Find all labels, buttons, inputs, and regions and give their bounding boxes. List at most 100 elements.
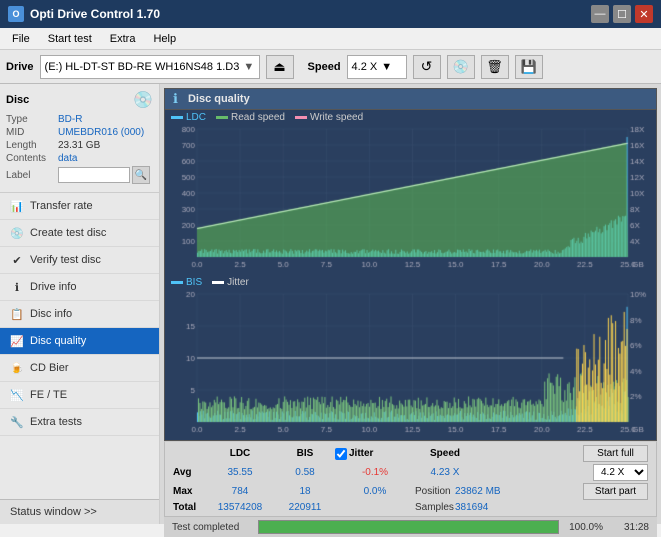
sidebar-icon-create-test-disc: 💿 bbox=[10, 226, 24, 240]
sidebar-item-cd-bier[interactable]: 🍺CD Bier bbox=[0, 355, 159, 382]
disc-label-input[interactable] bbox=[58, 167, 130, 183]
top-chart-canvas bbox=[165, 125, 656, 275]
sidebar-item-disc-quality[interactable]: 📈Disc quality bbox=[0, 328, 159, 355]
legend-bis: BIS bbox=[171, 277, 202, 288]
sidebar-icon-fe-te: 📉 bbox=[10, 388, 24, 402]
bottom-chart-legend: BIS Jitter bbox=[164, 275, 657, 290]
legend-jitter: Jitter bbox=[212, 277, 249, 288]
drive-dropdown-arrow: ▼ bbox=[243, 61, 254, 73]
drive-select[interactable]: (E:) HL-DT-ST BD-RE WH16NS48 1.D3 ▼ bbox=[40, 55, 260, 79]
sidebar-icon-extra-tests: 🔧 bbox=[10, 415, 24, 429]
top-chart-legend: LDC Read speed Write speed bbox=[164, 110, 657, 125]
sidebar-item-disc-info[interactable]: 📋Disc info bbox=[0, 301, 159, 328]
sidebar-icon-disc-quality: 📈 bbox=[10, 334, 24, 348]
avg-label: Avg bbox=[173, 467, 205, 478]
legend-read: Read speed bbox=[216, 112, 285, 123]
sidebar-label-disc-info: Disc info bbox=[30, 308, 72, 320]
total-label: Total bbox=[173, 502, 205, 513]
legend-ldc-label: LDC bbox=[186, 112, 206, 123]
content-area: ℹ Disc quality LDC Read speed Write spee… bbox=[160, 84, 661, 524]
save-button[interactable]: 💾 bbox=[515, 55, 543, 79]
disc-icon-btn[interactable]: 💿 bbox=[447, 55, 475, 79]
speed-combo-wrap: 4.2 X bbox=[593, 464, 648, 481]
stats-max-row: Max 784 18 0.0% Position 23862 MB Start … bbox=[173, 483, 648, 500]
drive-label: Drive bbox=[6, 61, 34, 73]
close-button[interactable]: ✕ bbox=[635, 5, 653, 23]
max-bis: 18 bbox=[275, 486, 335, 497]
disc-length-row: Length 23.31 GB bbox=[6, 140, 153, 151]
sidebar-item-verify-test-disc[interactable]: ✔ Verify test disc bbox=[0, 247, 159, 274]
col-ldc-header: LDC bbox=[205, 448, 275, 459]
titlebar-left: O Opti Drive Control 1.70 bbox=[8, 6, 160, 22]
chart-title: Disc quality bbox=[188, 93, 250, 105]
nav-items: 📊Transfer rate 💿 Create test disc ✔ Verify t… bbox=[0, 193, 159, 436]
app-icon: O bbox=[8, 6, 24, 22]
stats-avg-row: Avg 35.55 0.58 -0.1% 4.23 X 4.2 X bbox=[173, 464, 648, 481]
minimize-button[interactable]: — bbox=[591, 5, 609, 23]
avg-bis: 0.58 bbox=[275, 467, 335, 478]
jitter-checkbox[interactable] bbox=[335, 448, 347, 460]
sidebar-label-cd-bier: CD Bier bbox=[30, 362, 69, 374]
stats-header-row: LDC BIS Jitter Speed Start full bbox=[173, 445, 648, 462]
menu-extra[interactable]: Extra bbox=[102, 31, 144, 47]
start-part-button[interactable]: Start part bbox=[583, 483, 648, 500]
sidebar-item-fe-te[interactable]: 📉FE / TE bbox=[0, 382, 159, 409]
disc-panel: Disc 💿 Type BD-R MID UMEBDR016 (000) Len… bbox=[0, 84, 159, 193]
sidebar-label-verify-test-disc: Verify test disc bbox=[30, 254, 101, 266]
progress-time: 31:28 bbox=[609, 522, 649, 533]
disc-mid-value: UMEBDR016 (000) bbox=[58, 127, 144, 138]
sidebar-label-create-test-disc: Create test disc bbox=[30, 227, 106, 239]
menu-help[interactable]: Help bbox=[145, 31, 184, 47]
disc-panel-title: Disc bbox=[6, 94, 29, 106]
disc-type-label: Type bbox=[6, 114, 58, 125]
bis-color-dot bbox=[171, 281, 183, 284]
eject-button[interactable]: ⏏ bbox=[266, 55, 294, 79]
right-controls: Start full bbox=[583, 445, 648, 462]
maximize-button[interactable]: ☐ bbox=[613, 5, 631, 23]
sidebar-item-extra-tests[interactable]: 🔧 Extra tests bbox=[0, 409, 159, 436]
sidebar-icon-drive-info: ℹ bbox=[10, 280, 24, 294]
disc-contents-row: Contents data bbox=[6, 153, 153, 164]
refresh-button[interactable]: ↺ bbox=[413, 55, 441, 79]
sidebar-item-create-test-disc[interactable]: 💿 Create test disc bbox=[0, 220, 159, 247]
max-position: 23862 MB bbox=[455, 486, 515, 497]
sidebar-item-transfer-rate[interactable]: 📊Transfer rate bbox=[0, 193, 159, 220]
menubar: File Start test Extra Help bbox=[0, 28, 661, 50]
disc-type-value: BD-R bbox=[58, 114, 82, 125]
avg-speed: 4.23 X bbox=[415, 467, 475, 478]
read-color-dot bbox=[216, 116, 228, 119]
drivebar: Drive (E:) HL-DT-ST BD-RE WH16NS48 1.D3 … bbox=[0, 50, 661, 84]
sidebar-label-extra-tests: Extra tests bbox=[30, 416, 82, 428]
menu-start-test[interactable]: Start test bbox=[40, 31, 100, 47]
disc-label-search-button[interactable]: 🔍 bbox=[132, 166, 150, 184]
progress-bar-fill bbox=[259, 521, 558, 533]
legend-write-label: Write speed bbox=[310, 112, 363, 123]
bottom-chart bbox=[164, 290, 657, 441]
main-area: Disc 💿 Type BD-R MID UMEBDR016 (000) Len… bbox=[0, 84, 661, 524]
disc-contents-label: Contents bbox=[6, 153, 58, 164]
legend-ldc: LDC bbox=[171, 112, 206, 123]
speed-combo[interactable]: 4.2 X bbox=[593, 464, 648, 481]
sidebar-label-transfer-rate: Transfer rate bbox=[30, 200, 93, 212]
samples-label: Samples bbox=[415, 502, 455, 513]
col-bis-header: BIS bbox=[275, 448, 335, 459]
drive-select-value: (E:) HL-DT-ST BD-RE WH16NS48 1.D3 bbox=[45, 61, 240, 73]
legend-read-label: Read speed bbox=[231, 112, 285, 123]
sidebar-label-drive-info: Drive info bbox=[30, 281, 76, 293]
top-chart bbox=[164, 125, 657, 275]
erase-button[interactable]: 🗑 bbox=[481, 55, 509, 79]
speed-select[interactable]: 4.2 X ▼ bbox=[347, 55, 407, 79]
disc-type-row: Type BD-R bbox=[6, 114, 153, 125]
speed-value: 4.2 X bbox=[352, 61, 378, 73]
chart-header: ℹ Disc quality bbox=[164, 88, 657, 110]
legend-bis-label: BIS bbox=[186, 277, 202, 288]
stats-area: LDC BIS Jitter Speed Start full Avg 35.5… bbox=[164, 441, 657, 516]
ldc-color-dot bbox=[171, 116, 183, 119]
menu-file[interactable]: File bbox=[4, 31, 38, 47]
sidebar-icon-verify-test-disc: ✔ bbox=[10, 253, 24, 267]
start-full-button[interactable]: Start full bbox=[583, 445, 648, 462]
max-ldc: 784 bbox=[205, 486, 275, 497]
status-window-button[interactable]: Status window >> bbox=[0, 499, 159, 524]
position-label: Position bbox=[415, 486, 455, 497]
sidebar-item-drive-info[interactable]: ℹ Drive info bbox=[0, 274, 159, 301]
